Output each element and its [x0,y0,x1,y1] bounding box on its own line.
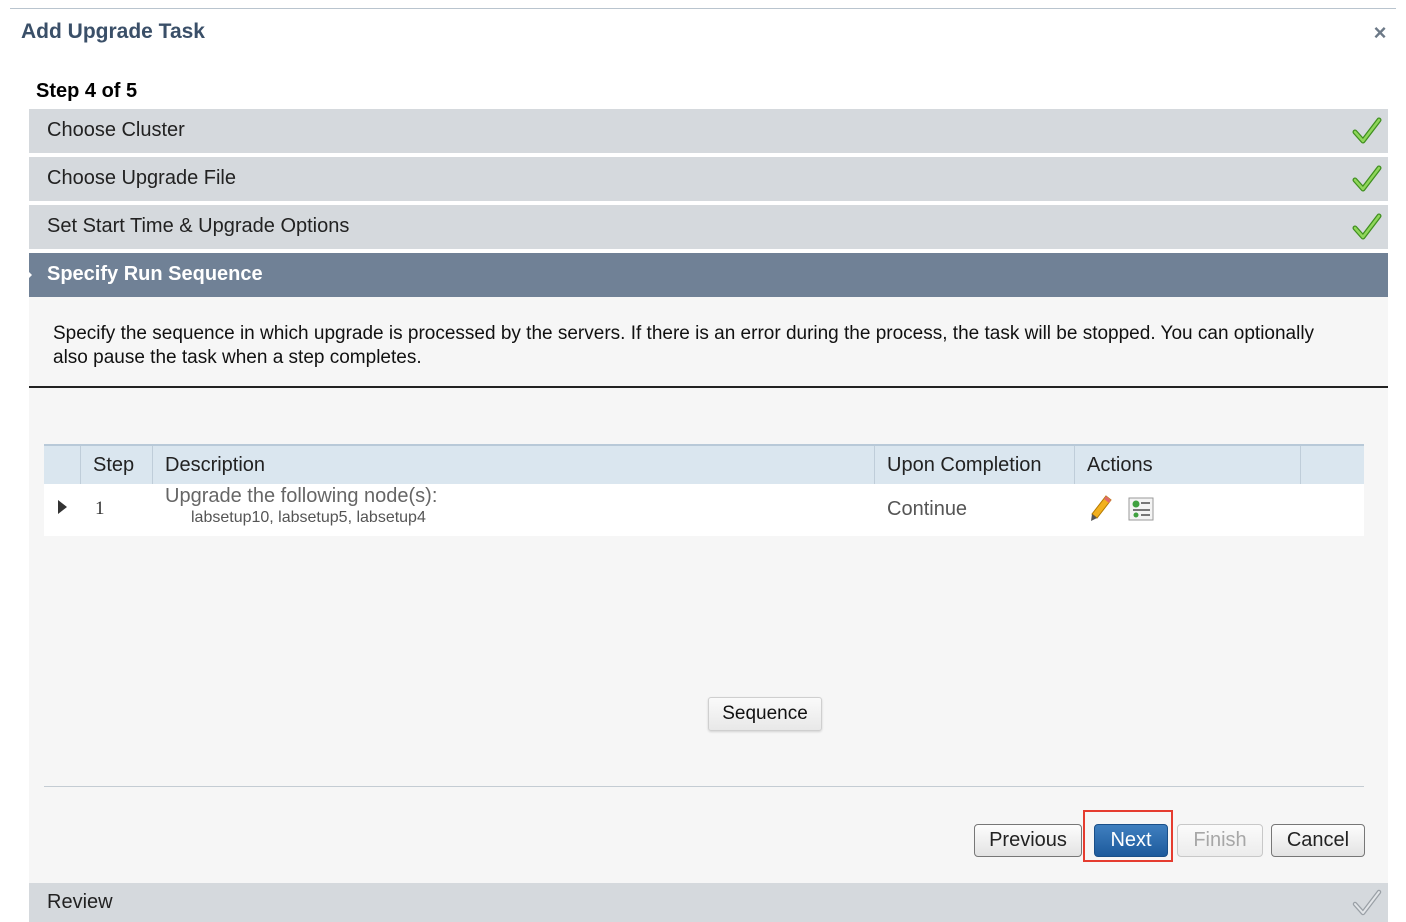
wizard-step-label: Specify Run Sequence [47,263,263,285]
wizard-step-choose-upgrade-file[interactable]: Choose Upgrade File [29,157,1388,201]
checkmark-icon [1352,213,1382,240]
column-header-upon-completion[interactable]: Upon Completion [874,446,1074,484]
column-header-step[interactable]: Step [80,446,152,484]
pencil-icon[interactable] [1089,494,1113,522]
cell-description: Upgrade the following node(s): [165,485,438,507]
dialog-top-border [10,8,1396,9]
dialog-title: Add Upgrade Task [21,20,205,43]
footer-divider [44,786,1364,787]
active-step-arrow-icon [25,268,32,282]
cell-step: 1 [95,498,105,519]
column-header-spacer [1300,446,1364,484]
wizard-step-label: Set Start Time & Upgrade Options [47,215,350,237]
previous-button[interactable]: Previous [974,824,1082,857]
cancel-button[interactable]: Cancel [1271,824,1365,857]
expand-row-icon[interactable] [58,500,67,514]
column-header-description[interactable]: Description [152,446,874,484]
wizard-step-review: Review [29,883,1388,922]
grid-header: Step Description Upon Completion Actions [44,444,1364,484]
wizard-step-label: Review [47,891,113,913]
instructions-divider [29,386,1388,388]
checkmark-disabled-icon [1352,889,1382,916]
wizard-step-set-start-time[interactable]: Set Start Time & Upgrade Options [29,205,1388,249]
instructions-text: Specify the sequence in which upgrade is… [53,323,1315,368]
wizard-step-choose-cluster[interactable]: Choose Cluster [29,109,1388,153]
cell-node-list: labsetup10, labsetup5, labsetup4 [191,509,426,526]
column-header-expand [44,446,80,484]
wizard-step-label: Choose Upgrade File [47,167,236,189]
wizard-step-specify-run-sequence: Specify Run Sequence [25,253,1388,297]
finish-button: Finish [1177,824,1263,857]
step-indicator: Step 4 of 5 [36,80,138,102]
table-row[interactable]: 1 Upgrade the following node(s): labsetu… [44,484,1364,536]
wizard-step-label: Choose Cluster [47,119,185,141]
sequence-details-icon[interactable] [1127,496,1155,522]
checkmark-icon [1352,117,1382,144]
step-content-panel: Specify the sequence in which upgrade is… [29,297,1388,883]
sequence-button[interactable]: Sequence [708,697,822,731]
cell-upon-completion: Continue [887,498,968,520]
next-button[interactable]: Next [1094,824,1168,857]
checkmark-icon [1352,165,1382,192]
close-button[interactable]: × [1367,20,1393,46]
column-header-actions[interactable]: Actions [1074,446,1300,484]
